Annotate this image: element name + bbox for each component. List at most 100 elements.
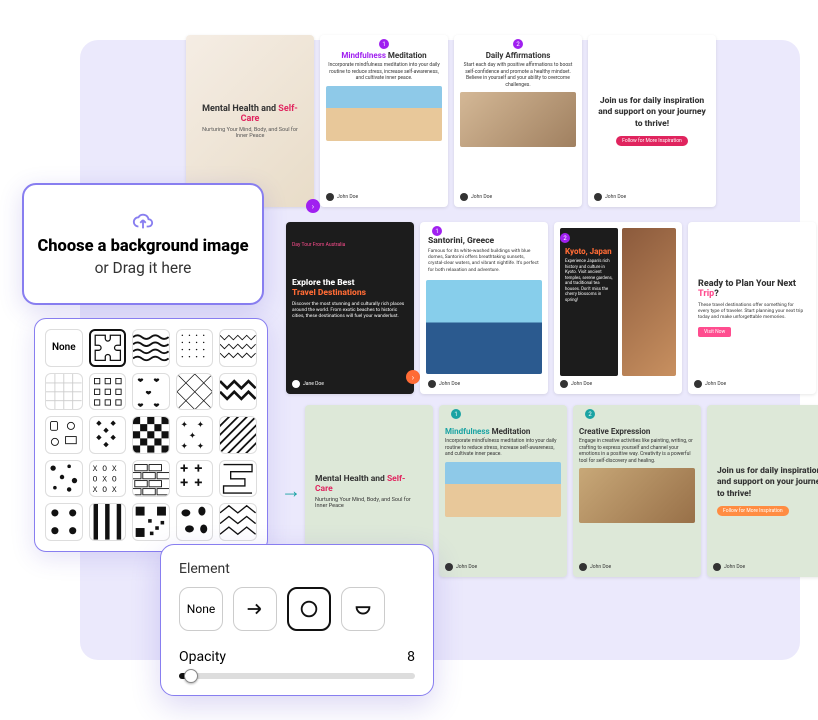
svg-text:X O X: X O X: [92, 465, 116, 474]
template-body: Discover the most stunning and culturall…: [292, 302, 408, 321]
pattern-picker: None ✦✦✦✦✦ X O XO X OX O X: [34, 318, 268, 552]
pattern-stripes[interactable]: [89, 503, 127, 541]
step-badge: 1: [379, 39, 389, 49]
template-card[interactable]: Mental Health and Self-Care Nurturing Yo…: [186, 35, 314, 207]
pattern-xo[interactable]: X O XO X OX O X: [89, 460, 127, 498]
template-author: John Doe: [594, 193, 626, 201]
upload-subtitle: or Drag it here: [95, 259, 192, 277]
pattern-diamonds[interactable]: [89, 416, 127, 454]
element-label: Element: [179, 561, 415, 577]
pattern-bricks[interactable]: [132, 460, 170, 498]
element-circle[interactable]: [287, 587, 331, 631]
svg-text:✦: ✦: [196, 421, 204, 431]
cloud-upload-icon: [132, 211, 154, 231]
template-heading: Santorini, Greece: [428, 236, 540, 246]
svg-text:O X O: O X O: [92, 475, 116, 484]
template-author: John Doe: [460, 193, 576, 201]
template-heading: Mindfulness Meditation: [326, 51, 442, 60]
template-author: John Doe: [420, 380, 548, 394]
template-card[interactable]: Join us for daily inspiration and suppor…: [588, 35, 716, 207]
template-heading: Kyoto, Japan: [565, 247, 613, 256]
element-none[interactable]: None: [179, 587, 223, 631]
pattern-checker[interactable]: [132, 416, 170, 454]
pattern-stars[interactable]: ✦✦✦✦✦: [176, 416, 214, 454]
template-card[interactable]: 1 Mindfulness Meditation Incorporate min…: [439, 405, 567, 577]
arrow-right-icon: →: [281, 479, 301, 504]
template-title: Mental Health and Self-Care: [196, 104, 304, 124]
template-row-2: Day Tour From Australia Explore the Best…: [286, 222, 816, 394]
pattern-hearts[interactable]: [132, 373, 170, 411]
element-panel: Element None Opacity 8: [160, 544, 434, 696]
step-badge: 2: [513, 39, 523, 49]
template-card[interactable]: 1 Santorini, Greece Famous for its white…: [420, 222, 548, 394]
upload-title: Choose a background image: [37, 237, 248, 258]
template-cta-button: Visit Now: [698, 327, 731, 337]
pattern-none[interactable]: None: [45, 329, 83, 367]
template-body: Experience Japan's rich history and cult…: [565, 259, 613, 304]
opacity-label: Opacity: [179, 649, 226, 665]
template-card[interactable]: Day Tour From Australia Explore the Best…: [286, 222, 414, 394]
pattern-zigzag-bold[interactable]: [219, 373, 257, 411]
svg-text:X O X: X O X: [92, 486, 116, 495]
element-arrow[interactable]: [233, 587, 277, 631]
pattern-icons[interactable]: [45, 416, 83, 454]
template-card[interactable]: 2 Kyoto, Japan Experience Japan's rich h…: [554, 222, 682, 394]
pattern-hatch[interactable]: [176, 373, 214, 411]
pattern-dots-large[interactable]: [45, 503, 83, 541]
svg-text:✦: ✦: [196, 442, 204, 452]
template-card[interactable]: Ready to Plan Your Next Trip? These trav…: [688, 222, 816, 394]
pattern-squares[interactable]: [89, 373, 127, 411]
template-title: Explore the Best Travel Destinations: [292, 278, 408, 298]
pattern-blobs[interactable]: [176, 503, 214, 541]
step-badge: 2: [585, 409, 595, 419]
template-heading: Mindfulness Meditation: [445, 427, 561, 436]
template-body: Incorporate mindfulness meditation into …: [326, 62, 442, 82]
semicircle-icon: [352, 598, 374, 620]
template-subtitle: Nurturing Your Mind, Body, and Soul for …: [196, 127, 304, 139]
pattern-qr[interactable]: [132, 503, 170, 541]
element-semicircle[interactable]: [341, 587, 385, 631]
template-body: Incorporate mindfulness meditation into …: [445, 438, 561, 458]
step-badge: 1: [451, 409, 461, 419]
template-body: These travel destinations offer somethin…: [698, 303, 806, 322]
template-heading: Ready to Plan Your Next Trip?: [698, 279, 806, 299]
pattern-waves[interactable]: [132, 329, 170, 367]
carousel-next-icon[interactable]: ›: [406, 370, 420, 384]
template-image: [326, 86, 442, 141]
template-image: [445, 462, 561, 517]
template-author: John Doe: [326, 193, 442, 201]
step-badge: 2: [560, 233, 570, 243]
pattern-plus[interactable]: [176, 460, 214, 498]
svg-text:✦: ✦: [180, 442, 188, 452]
carousel-next-icon[interactable]: ›: [306, 199, 320, 213]
pattern-maze[interactable]: [219, 460, 257, 498]
opacity-value: 8: [407, 649, 415, 665]
pattern-dots-small[interactable]: [176, 329, 214, 367]
template-author: John Doe: [445, 563, 561, 571]
pattern-chevron[interactable]: [219, 503, 257, 541]
pattern-dots-random[interactable]: [45, 460, 83, 498]
pattern-zigzag-thin[interactable]: [219, 329, 257, 367]
upload-dropzone[interactable]: Choose a background image or Drag it her…: [22, 183, 264, 305]
template-card[interactable]: 2 Creative Expression Engage in creative…: [573, 405, 701, 577]
step-badge: 1: [432, 226, 442, 236]
template-body: Start each day with positive affirmation…: [460, 62, 576, 88]
template-card[interactable]: 2 Daily Affirmations Start each day with…: [454, 35, 582, 207]
template-image: [622, 228, 676, 376]
pattern-puzzle[interactable]: [89, 329, 127, 367]
opacity-slider[interactable]: [179, 673, 415, 679]
template-cta-button: Follow for More Inspiration: [717, 506, 789, 516]
template-card[interactable]: 1 Mindfulness Meditation Incorporate min…: [320, 35, 448, 207]
template-heading: Daily Affirmations: [460, 51, 576, 60]
template-author: John Doe: [694, 380, 726, 388]
pattern-grid[interactable]: [45, 373, 83, 411]
arrow-right-icon: [244, 598, 266, 620]
template-card[interactable]: Join us for daily inspiration and suppor…: [707, 405, 818, 577]
template-heading: Creative Expression: [579, 427, 695, 436]
svg-text:✦: ✦: [188, 432, 196, 442]
pattern-diagonal-lines[interactable]: [219, 416, 257, 454]
template-author: John Doe: [579, 563, 695, 571]
svg-text:✦: ✦: [180, 421, 188, 431]
slider-thumb[interactable]: [184, 669, 198, 683]
template-author: John Doe: [560, 380, 676, 388]
